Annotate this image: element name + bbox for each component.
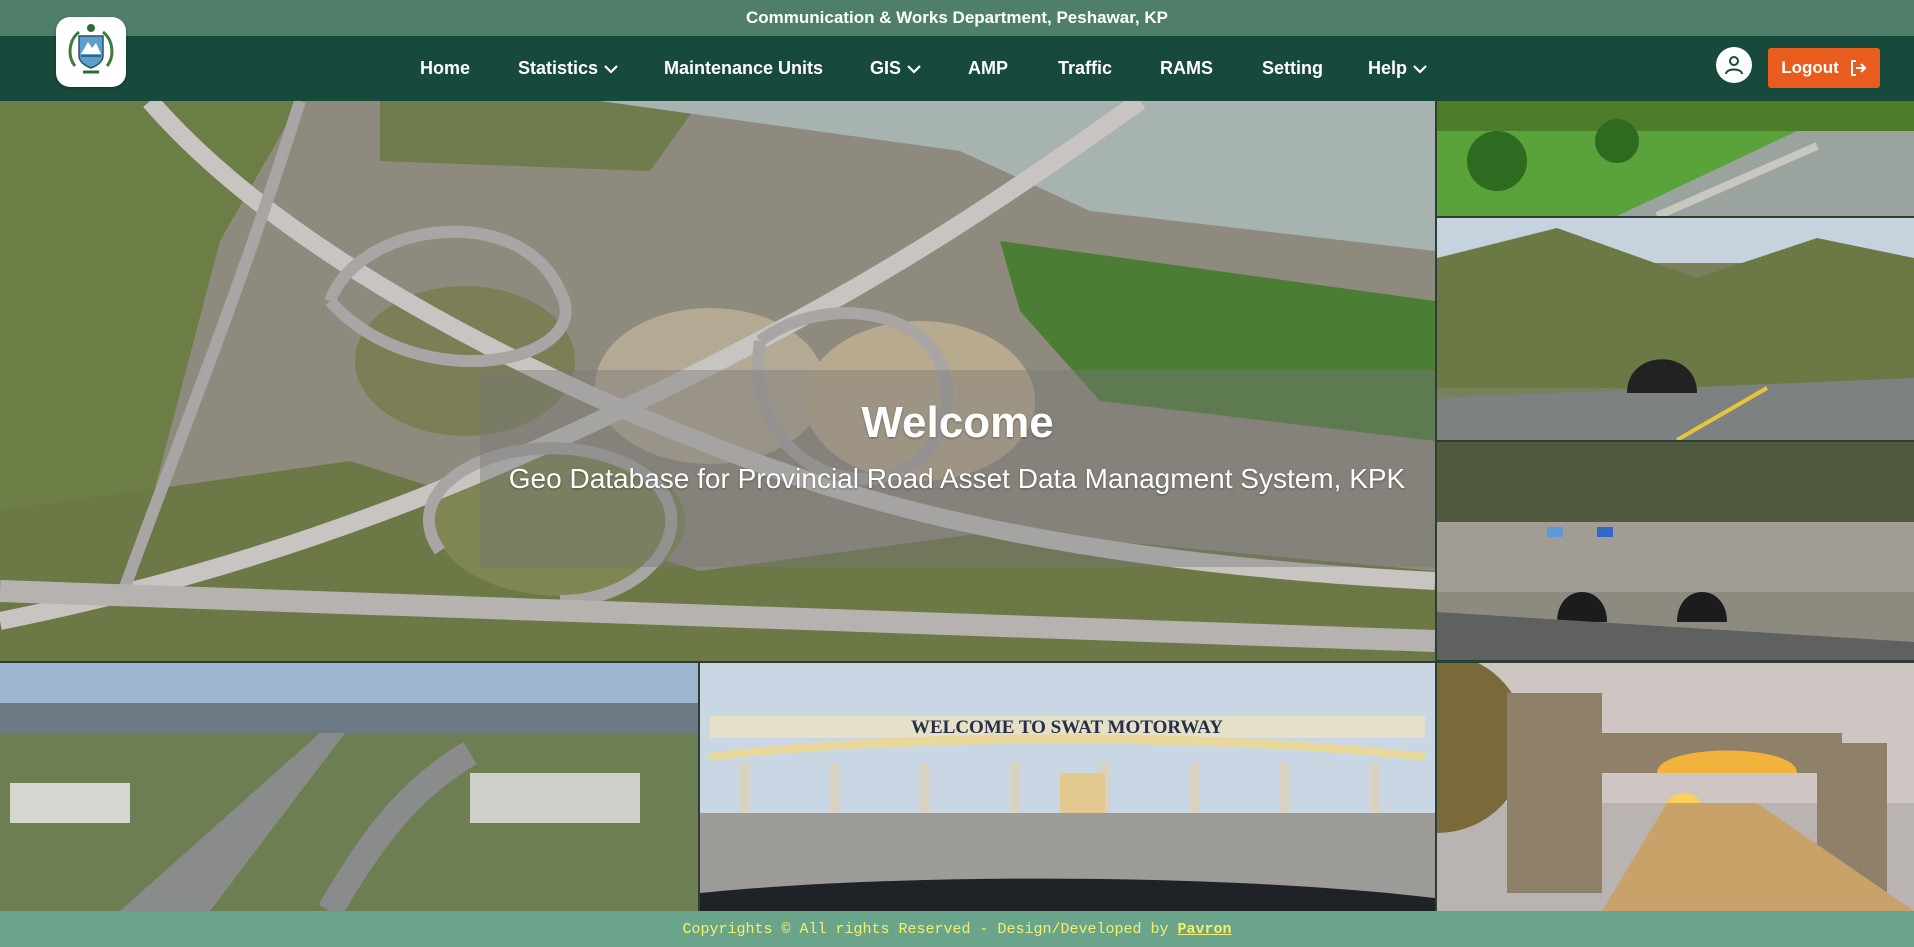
- nav-rams-label: RAMS: [1160, 58, 1213, 78]
- footer-developer-link[interactable]: Pavron: [1178, 921, 1232, 938]
- logout-label: Logout: [1781, 58, 1839, 77]
- nav-amp[interactable]: AMP: [968, 36, 1008, 101]
- nav-gis[interactable]: GIS: [870, 36, 922, 101]
- chevron-down-icon: [1413, 64, 1427, 74]
- chevron-down-icon: [907, 64, 921, 74]
- nav-amp-label: AMP: [968, 58, 1008, 78]
- nav-statistics[interactable]: Statistics: [518, 36, 619, 101]
- welcome-subtitle: Geo Database for Provincial Road Asset D…: [508, 463, 1406, 494]
- chevron-down-icon: [604, 64, 618, 74]
- nav-setting-label: Setting: [1262, 58, 1323, 78]
- image-mountain-tunnel: [1437, 218, 1914, 440]
- image-swat-motorway-toll: WELCOME TO SWAT MOTORWAY: [700, 663, 1435, 911]
- footer-copyright-text: Copyrights © All rights Reserved - Desig…: [682, 920, 1169, 938]
- nav-statistics-label: Statistics: [518, 58, 599, 78]
- department-title: Communication & Works Department, Peshaw…: [746, 8, 1168, 27]
- nav-help-label: Help: [1368, 58, 1408, 78]
- nav-setting[interactable]: Setting: [1262, 36, 1323, 101]
- logout-button[interactable]: Logout: [1768, 48, 1880, 88]
- image-twin-tunnels: [1437, 442, 1914, 660]
- nav-rams[interactable]: RAMS: [1160, 36, 1213, 101]
- welcome-title: Welcome: [861, 398, 1054, 447]
- main-navbar: Home Statistics Maintenance Units GIS AM…: [0, 36, 1914, 101]
- logout-icon: [1850, 60, 1867, 76]
- top-title-bar: Communication & Works Department, Peshaw…: [0, 0, 1914, 36]
- nav-traffic[interactable]: Traffic: [1058, 36, 1112, 101]
- nav-maintenance-units-label: Maintenance Units: [664, 58, 824, 78]
- nav-gis-label: GIS: [870, 58, 902, 78]
- image-green-hills-road: [1437, 101, 1914, 216]
- kp-government-logo[interactable]: [56, 17, 126, 87]
- nav-home[interactable]: Home: [420, 36, 470, 101]
- footer: Copyrights © All rights Reserved - Desig…: [0, 911, 1914, 947]
- nav-home-label: Home: [420, 58, 471, 78]
- image-highway-town: [0, 663, 698, 911]
- user-icon: [1725, 56, 1743, 75]
- user-profile-button[interactable]: [1716, 47, 1752, 83]
- emblem-icon: [68, 24, 114, 74]
- image-khyber-gate: [1437, 663, 1914, 911]
- nav-traffic-label: Traffic: [1058, 58, 1113, 78]
- nav-maintenance-units[interactable]: Maintenance Units: [664, 36, 823, 101]
- nav-help[interactable]: Help: [1368, 36, 1428, 101]
